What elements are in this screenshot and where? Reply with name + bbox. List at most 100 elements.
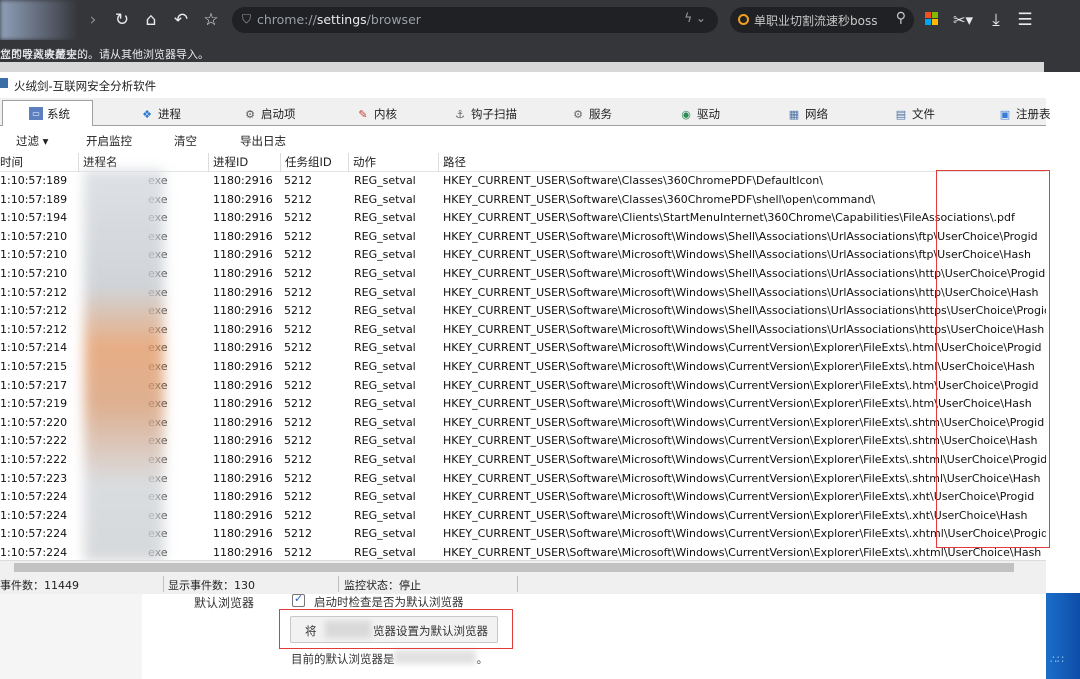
status-divider	[163, 576, 164, 592]
driver-icon: ◉	[681, 107, 691, 121]
start-monitor-button[interactable]: 开启监控	[86, 133, 132, 149]
row-action: REG_setval	[354, 248, 416, 262]
search-box[interactable]: 单职业切割流速秒boss ⚲	[730, 7, 914, 33]
row-action: REG_setval	[354, 378, 416, 392]
status-divider	[338, 576, 339, 592]
row-task-group: 5212	[284, 192, 312, 206]
row-time: 1:10:57:189	[0, 192, 68, 206]
download-icon[interactable]: ⤓	[985, 8, 1007, 32]
row-action: REG_setval	[354, 546, 416, 559]
scrollbar-thumb[interactable]	[14, 563, 1014, 572]
row-pid: 1180:2916	[213, 415, 273, 429]
row-task-group: 5212	[284, 267, 312, 280]
kernel-icon: ✎	[358, 107, 368, 121]
row-pid: 1180:2916	[213, 508, 273, 522]
column-header-time[interactable]: 时间	[0, 153, 78, 172]
row-task-group: 5212	[284, 211, 312, 225]
address-url: chrome://settings/browser	[257, 12, 421, 27]
row-action: REG_setval	[354, 341, 416, 355]
search-engine-icon	[738, 14, 749, 25]
tab-driver[interactable]: ◉ 驱动	[679, 102, 720, 126]
hook-icon: ⚓	[455, 107, 465, 121]
row-task-group: 5212	[284, 285, 312, 299]
tab-process[interactable]: ❖ 进程	[140, 102, 181, 126]
row-time: 1:10:57:222	[0, 453, 68, 466]
lightning-dropdown-icon[interactable]: ϟ ⌄	[684, 11, 706, 25]
tab-network[interactable]: ▦ 网络	[787, 102, 828, 126]
row-task-group: 5212	[284, 304, 312, 318]
undo-icon[interactable]: ↶	[170, 8, 192, 32]
bookmark-star-icon[interactable]: ☆	[200, 8, 222, 32]
settings-card	[142, 593, 1046, 679]
forward-icon[interactable]: ›	[84, 8, 102, 32]
scissors-icon[interactable]: ✂▾	[950, 8, 976, 32]
address-bar[interactable]: ⛉ chrome://settings/browser ϟ ⌄	[232, 7, 718, 33]
menu-icon[interactable]: ☰	[1014, 8, 1036, 32]
row-pid: 1180:2916	[213, 285, 273, 299]
tab-kernel[interactable]: ✎ 内核	[356, 102, 397, 126]
shown-events: 显示事件数：130	[168, 579, 255, 592]
row-action: REG_setval	[354, 304, 416, 318]
row-pid: 1180:2916	[213, 174, 273, 187]
search-text: 单职业切割流速秒boss	[754, 14, 878, 28]
monitor-toolbar: 过滤 ▾ 开启监控 清空 导出日志	[0, 126, 1046, 153]
tab-registry[interactable]: ▣ 注册表	[998, 102, 1051, 126]
browser-toolbar: › ↻ ⌂ ↶ ☆ ⛉ chrome://settings/browser ϟ …	[0, 0, 1080, 40]
row-time: 1:10:57:214	[0, 341, 68, 355]
filter-button[interactable]: 过滤 ▾	[16, 133, 48, 149]
row-pid: 1180:2916	[213, 341, 273, 355]
tab-service[interactable]: ⚙ 服务	[571, 102, 612, 126]
window-title-bar[interactable]: 火绒剑-互联网安全分析软件	[0, 72, 1046, 98]
row-time: 1:10:57:212	[0, 304, 68, 318]
tab-startup[interactable]: ⚙ 启动项	[243, 102, 295, 126]
redacted-current-browser	[394, 650, 476, 664]
home-icon[interactable]: ⌂	[140, 8, 162, 32]
startup-check-checkbox[interactable]	[292, 592, 305, 607]
row-task-group: 5212	[284, 434, 312, 448]
process-icon: ❖	[142, 107, 152, 121]
clear-button[interactable]: 清空	[174, 133, 197, 149]
reload-icon[interactable]: ↻	[112, 8, 132, 32]
export-log-button[interactable]: 导出日志	[240, 133, 286, 149]
row-time: 1:10:57:224	[0, 508, 68, 522]
row-action: REG_setval	[354, 211, 416, 225]
window-title: 火绒剑-互联网安全分析软件	[14, 79, 157, 93]
chrome-background	[1044, 40, 1080, 72]
row-pid: 1180:2916	[213, 360, 273, 373]
row-time: 1:10:57:210	[0, 229, 68, 243]
row-time: 1:10:57:223	[0, 471, 68, 485]
row-time: 1:10:57:224	[0, 490, 68, 504]
blurred-tab-area	[0, 0, 78, 40]
column-header-task-group[interactable]: 任务组ID	[280, 153, 348, 172]
column-header-pid[interactable]: 进程ID	[208, 153, 280, 172]
column-header-action[interactable]: 动作	[348, 153, 438, 172]
status-bar: 事件数：11449 显示事件数：130 监控状态：停止	[0, 574, 1046, 594]
redacted-process-names	[84, 170, 164, 560]
tab-hook-scan[interactable]: ⚓ 钩子扫描	[453, 102, 517, 126]
search-icon[interactable]: ⚲	[896, 10, 906, 26]
row-action: REG_setval	[354, 322, 416, 336]
row-task-group: 5212	[284, 229, 312, 243]
import-bookmarks-link[interactable]: 立即导入收藏夹...	[0, 46, 88, 62]
file-icon: ▤	[895, 107, 907, 121]
app-icon	[0, 78, 8, 88]
horizontal-scrollbar[interactable]	[0, 560, 1046, 574]
row-time: 1:10:57:220	[0, 415, 68, 429]
tab-file[interactable]: ▤ 文件	[894, 102, 935, 126]
row-time: 1:10:57:224	[0, 546, 68, 559]
row-action: REG_setval	[354, 397, 416, 411]
row-pid: 1180:2916	[213, 434, 273, 448]
event-table: 时间 进程名 进程ID 任务组ID 动作 路径 参数 1:10:57:189ex…	[0, 153, 1046, 560]
highlight-box-userchoice	[936, 170, 1050, 548]
row-pid: 1180:2916	[213, 304, 273, 318]
row-action: REG_setval	[354, 453, 416, 466]
row-pid: 1180:2916	[213, 490, 273, 504]
monitor-state: 监控状态：停止	[344, 579, 421, 592]
default-browser-label: 默认浏览器	[194, 596, 255, 610]
row-action: REG_setval	[354, 229, 416, 243]
apps-grid-icon[interactable]	[925, 12, 939, 26]
row-pid: 1180:2916	[213, 322, 273, 336]
row-action: REG_setval	[354, 360, 416, 373]
tab-system[interactable]: ▭ 系统	[2, 100, 93, 127]
network-icon: ▦	[788, 107, 800, 121]
